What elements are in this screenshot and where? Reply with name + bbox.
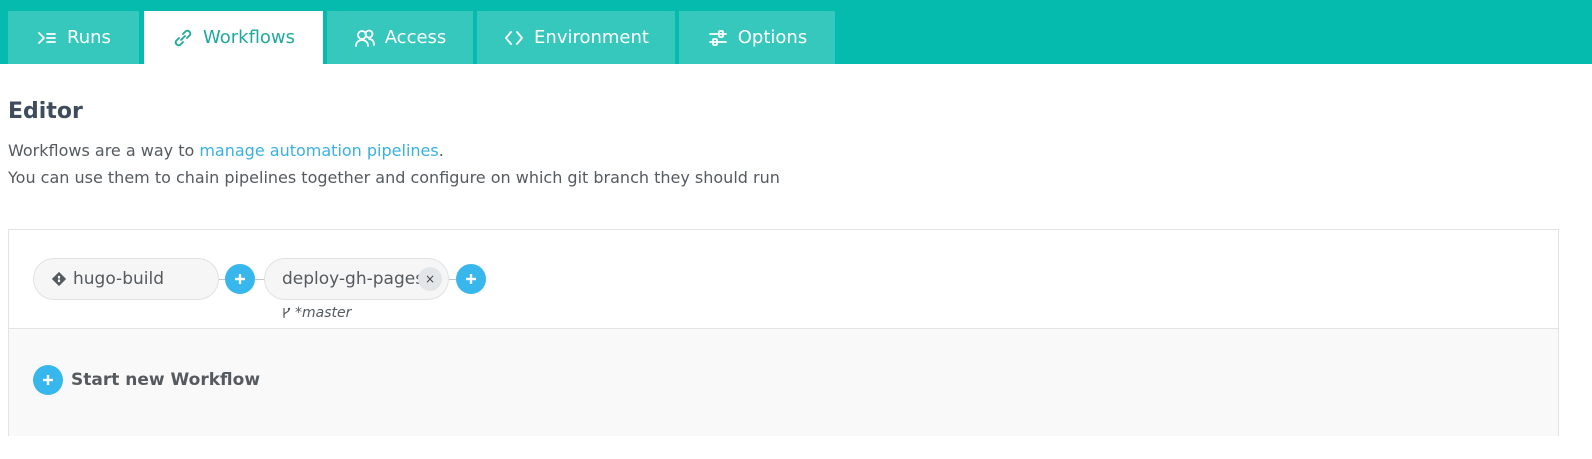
workflow-node-hugo-build[interactable]: hugo-build (33, 258, 219, 300)
tab-workflows[interactable]: Workflows (144, 11, 323, 64)
start-new-workflow-button[interactable]: Start new Workflow (33, 365, 260, 395)
tab-runs[interactable]: Runs (8, 11, 139, 64)
sliders-icon (707, 27, 729, 49)
workflow-panel: hugo-build deploy-gh-pages × *master Sta… (8, 229, 1559, 436)
plus-circle-icon (33, 365, 63, 395)
plus-icon (235, 274, 245, 284)
workflow-link-icon (172, 27, 194, 49)
description-line-2: You can use them to chain pipelines toge… (8, 168, 780, 187)
add-pipeline-button[interactable] (225, 264, 255, 294)
users-icon (354, 27, 376, 49)
page-title: Editor (8, 99, 83, 124)
node-name: deploy-gh-pages (282, 269, 425, 289)
tab-runs-label: Runs (67, 27, 111, 48)
plus-icon (466, 274, 476, 284)
manage-pipelines-link[interactable]: manage automation pipelines (199, 141, 438, 160)
tab-access-label: Access (384, 27, 447, 48)
runs-icon (36, 27, 58, 49)
node-name: hugo-build (73, 269, 164, 289)
start-new-workflow-label: Start new Workflow (71, 370, 261, 390)
add-pipeline-button[interactable] (456, 264, 486, 294)
workflow-node-deploy-gh-pages[interactable]: deploy-gh-pages × (264, 258, 449, 300)
description-line-1: Workflows are a way to manage automation… (8, 141, 444, 160)
tab-environment[interactable]: Environment (477, 11, 675, 64)
remove-node-button[interactable]: × (418, 267, 442, 291)
git-icon (52, 272, 66, 286)
tab-workflows-label: Workflows (202, 27, 296, 48)
branch-filter[interactable]: *master (281, 305, 351, 321)
branch-icon (283, 307, 291, 318)
branch-filter-label: *master (295, 305, 352, 321)
description-suffix: . (438, 141, 444, 160)
tab-environment-label: Environment (534, 27, 649, 48)
tab-access[interactable]: Access (327, 11, 473, 64)
tab-bar: Runs Workflows Access Environment Option… (0, 0, 1592, 64)
tab-options-label: Options (737, 27, 808, 48)
description-prefix: Workflows are a way to (8, 141, 200, 160)
tab-options[interactable]: Options (679, 11, 835, 64)
code-brackets-icon (503, 27, 525, 49)
new-workflow-area: Start new Workflow (9, 328, 1558, 436)
